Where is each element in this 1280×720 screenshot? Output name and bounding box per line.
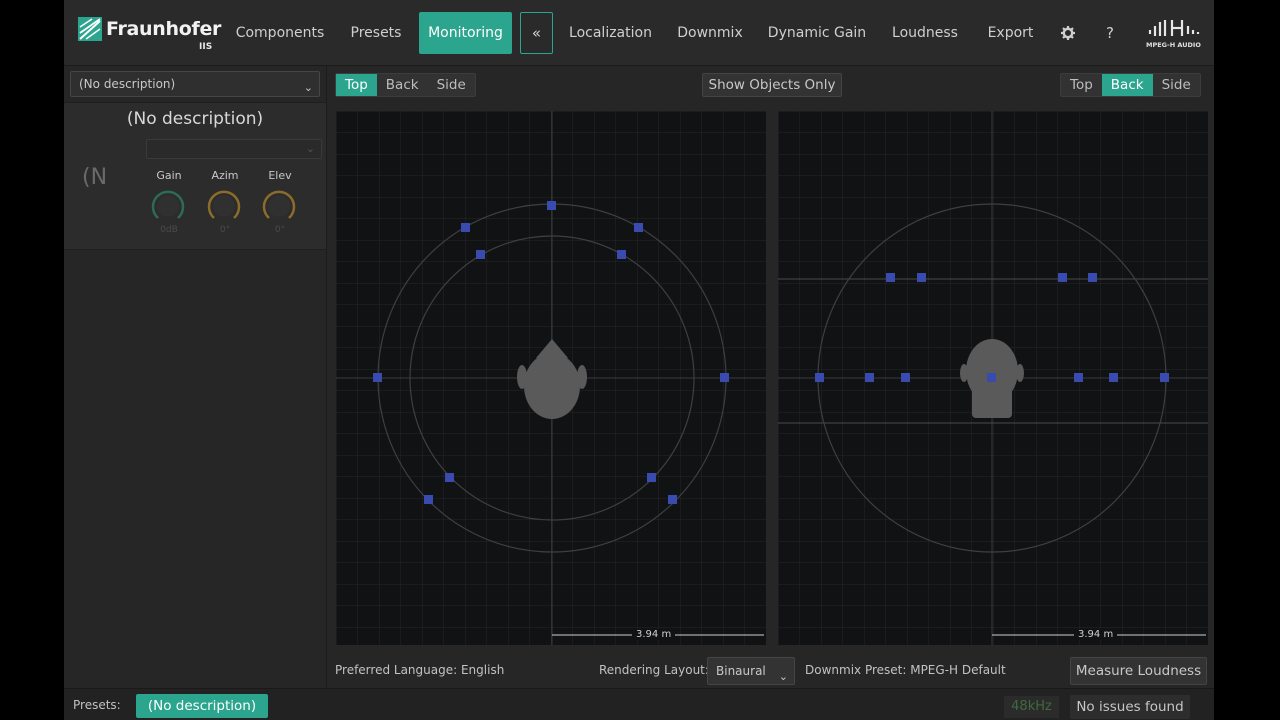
elev-value: 0° [274, 225, 286, 235]
rendering-layout-select[interactable]: Binaural ⌄ [707, 657, 795, 685]
chevron-down-icon: ⌄ [778, 670, 788, 683]
nav-localization[interactable]: Localization [564, 12, 657, 54]
top-navigation: Fraunhofer IIS Components Presets Monito… [64, 0, 1214, 66]
downmix-preset: Downmix Preset: MPEG-H Default [805, 663, 1006, 677]
sample-rate-badge: 48kHz [1004, 696, 1059, 718]
chevron-down-icon: ⌄ [305, 142, 315, 155]
right-view-side[interactable]: Side [1153, 74, 1200, 96]
preferred-language: Preferred Language: English [335, 663, 505, 677]
elev-label: Elev [268, 169, 292, 182]
rendering-layout-label: Rendering Layout: [599, 663, 709, 677]
nav-monitoring[interactable]: Monitoring [419, 12, 512, 54]
component-select[interactable]: (No description) ⌄ [70, 71, 320, 97]
brand-sub: IIS [199, 42, 213, 52]
rendering-layout-value: Binaural [716, 664, 766, 678]
help-button[interactable]: ? [1100, 12, 1120, 54]
gain-value: 0dB [160, 225, 178, 235]
brand-name: Fraunhofer [106, 18, 222, 40]
top-view-canvas[interactable]: 3.94 m [336, 111, 766, 645]
mpeg-h-waveform-icon [1148, 20, 1200, 36]
fraunhofer-logo-icon [78, 17, 102, 41]
chevron-down-icon: ⌄ [303, 81, 313, 94]
collapse-panel-button[interactable]: « [520, 12, 553, 54]
right-view-back[interactable]: Back [1101, 74, 1153, 96]
component-card: (No description) ⌄ (N Gain Azim Elev 0dB… [64, 102, 326, 250]
fraunhofer-logo: Fraunhofer IIS [78, 16, 222, 56]
mpeg-h-logo: MPEG-H AUDIO [1146, 18, 1208, 52]
scale-label-left: 3.94 m [632, 629, 676, 640]
component-type-select[interactable]: ⌄ [146, 139, 322, 159]
gear-icon[interactable] [1058, 12, 1078, 54]
gain-knob[interactable] [150, 188, 186, 224]
presets-button[interactable]: (No description) [136, 694, 268, 718]
azim-value: 0° [219, 225, 231, 235]
show-objects-only-button[interactable]: Show Objects Only [702, 73, 842, 97]
left-view-back[interactable]: Back [377, 74, 428, 96]
component-avatar-icon: (N [82, 165, 108, 190]
measure-loudness-button[interactable]: Measure Loudness [1070, 657, 1207, 685]
status-bar: Presets: (No description) 48kHz No issue… [64, 688, 1214, 720]
left-view-top[interactable]: Top [336, 74, 377, 96]
component-card-title: (No description) [126, 109, 264, 129]
elev-knob[interactable] [261, 188, 297, 224]
nav-loudness[interactable]: Loudness [885, 12, 965, 54]
nav-downmix[interactable]: Downmix [670, 12, 750, 54]
scale-label-right: 3.94 m [1074, 629, 1118, 640]
nav-components[interactable]: Components [228, 12, 332, 54]
left-view-side[interactable]: Side [428, 74, 475, 96]
components-panel: (No description) ⌄ (No description) ⌄ (N… [64, 66, 327, 688]
azim-label: Azim [211, 169, 239, 182]
app-window: Fraunhofer IIS Components Presets Monito… [64, 0, 1214, 720]
nav-export[interactable]: Export [979, 12, 1042, 54]
nav-dynamic-gain[interactable]: Dynamic Gain [763, 12, 871, 54]
gain-label: Gain [156, 169, 182, 182]
presets-label: Presets: [73, 698, 121, 712]
left-view-selector: Top Back Side [335, 73, 476, 97]
back-view-canvas[interactable]: 3.94 m [778, 111, 1208, 645]
right-view-selector: Top Back Side [1060, 73, 1201, 97]
azim-knob[interactable] [206, 188, 242, 224]
mpeg-h-logo-text: MPEG-H AUDIO [1146, 41, 1201, 49]
issues-status-button[interactable]: No issues found [1070, 695, 1190, 719]
nav-presets[interactable]: Presets [344, 12, 408, 54]
component-select-value: (No description) [79, 77, 176, 91]
right-view-top[interactable]: Top [1061, 74, 1102, 96]
